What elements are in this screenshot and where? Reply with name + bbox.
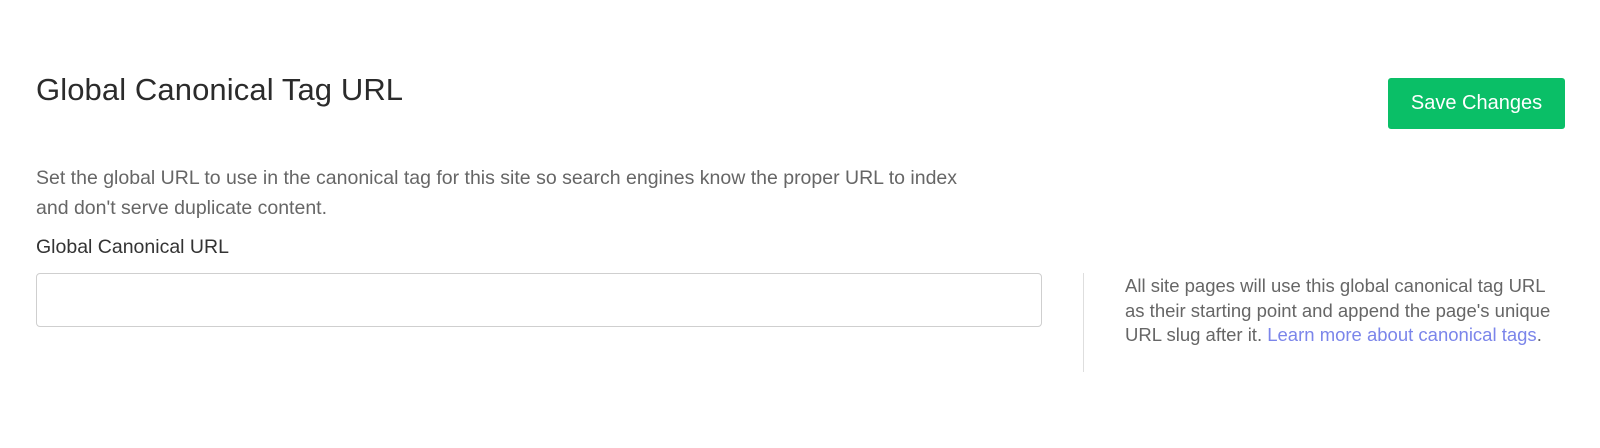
section-description: Set the global URL to use in the canonic… [36, 167, 958, 219]
help-text-period: . [1536, 324, 1542, 345]
page-title: Global Canonical Tag URL [36, 72, 404, 107]
save-changes-button[interactable]: Save Changes [1388, 78, 1565, 129]
vertical-divider [1083, 273, 1084, 372]
global-canonical-url-input[interactable] [36, 273, 1042, 327]
help-text: All site pages will use this global cano… [1125, 274, 1565, 348]
global-canonical-url-label: Global Canonical URL [36, 236, 229, 258]
learn-more-link[interactable]: Learn more about canonical tags [1267, 324, 1536, 345]
canonical-settings-page: Global Canonical Tag URL Save Changes Se… [0, 0, 1600, 448]
